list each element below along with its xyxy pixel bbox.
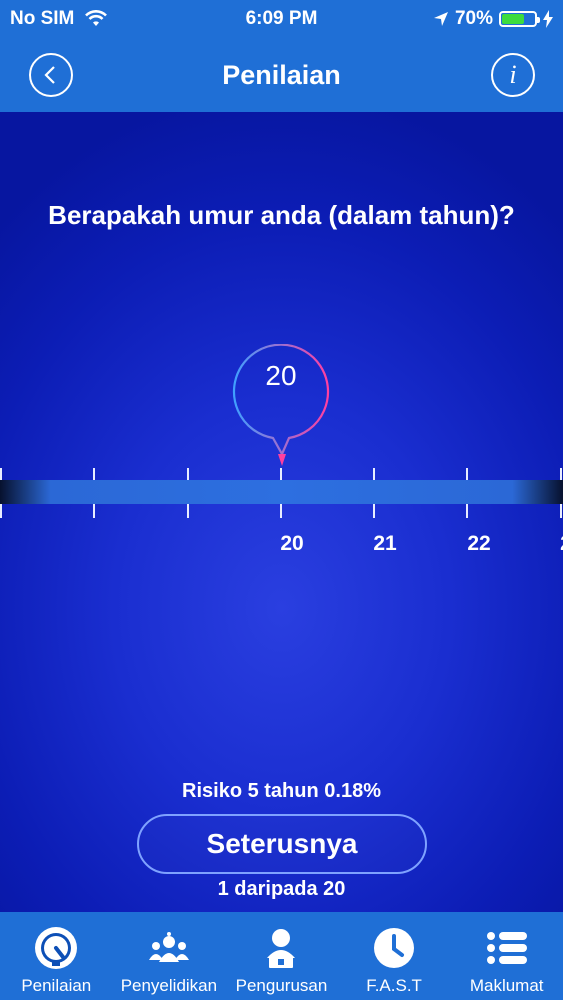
tab-label: Pengurusan — [235, 976, 328, 995]
charging-bolt-icon — [543, 10, 553, 28]
info-icon: i — [509, 60, 517, 89]
next-button[interactable]: Seterusnya — [137, 814, 427, 874]
risk-text: Risiko 5 tahun 0.18% — [182, 780, 381, 802]
status-bar: No SIM 6:09 PM 70% — [0, 0, 563, 38]
question-progress: 1 daripada 20 — [217, 878, 346, 900]
nav-bar: Penilaian i — [0, 38, 563, 112]
tab-label: Penilaian — [21, 976, 92, 995]
slider-tick — [93, 468, 95, 480]
slider-tick — [373, 468, 375, 480]
slider-tick — [280, 468, 282, 480]
info-button[interactable]: i — [491, 53, 535, 97]
battery-icon — [499, 11, 540, 27]
tick-label: 22 — [467, 532, 491, 555]
age-slider-track[interactable] — [0, 480, 563, 504]
tab-label: Penyelidikan — [120, 976, 218, 995]
tab-pengurusan[interactable]: Pengurusan — [225, 912, 338, 1000]
slider-value-bubble[interactable]: 20 — [232, 343, 330, 468]
slider-tick — [373, 504, 375, 518]
clock-icon — [374, 928, 415, 968]
slider-tick — [280, 504, 282, 518]
slider-tick — [93, 504, 95, 518]
page-title: Penilaian — [222, 60, 341, 90]
tick-label: 21 — [373, 532, 397, 555]
battery-percent: 70% — [454, 8, 493, 29]
tab-maklumat[interactable]: Maklumat — [450, 912, 563, 1000]
tab-penyelidikan[interactable]: Penyelidikan — [113, 912, 226, 1000]
tab-fast[interactable]: F.A.S.T — [338, 912, 451, 1000]
slider-tick — [466, 468, 468, 480]
tab-penilaian[interactable]: Penilaian — [0, 912, 113, 1000]
tab-label: F.A.S.T — [366, 976, 422, 995]
research-group-icon — [148, 932, 189, 962]
slider-tick — [560, 468, 562, 480]
slider-tick — [0, 468, 2, 480]
list-icon — [486, 932, 527, 964]
slider-tick — [560, 504, 562, 518]
tab-label: Maklumat — [469, 976, 544, 995]
gauge-icon — [35, 927, 78, 969]
assessment-panel: Berapakah umur anda (dalam tahun)? 20 20… — [0, 112, 563, 912]
slider-tick — [466, 504, 468, 518]
tab-bar: Penilaian Penyelidikan Pengurusan F.A.S.… — [0, 912, 563, 1000]
location-arrow-icon — [433, 12, 448, 26]
slider-tick — [187, 504, 189, 518]
slider-tick — [0, 504, 2, 518]
tick-label: 20 — [280, 532, 304, 555]
question-text: Berapakah umur anda (dalam tahun)? — [48, 200, 515, 230]
doctor-icon — [267, 929, 296, 968]
selected-age-value: 20 — [265, 360, 297, 391]
slider-tick — [187, 468, 189, 480]
